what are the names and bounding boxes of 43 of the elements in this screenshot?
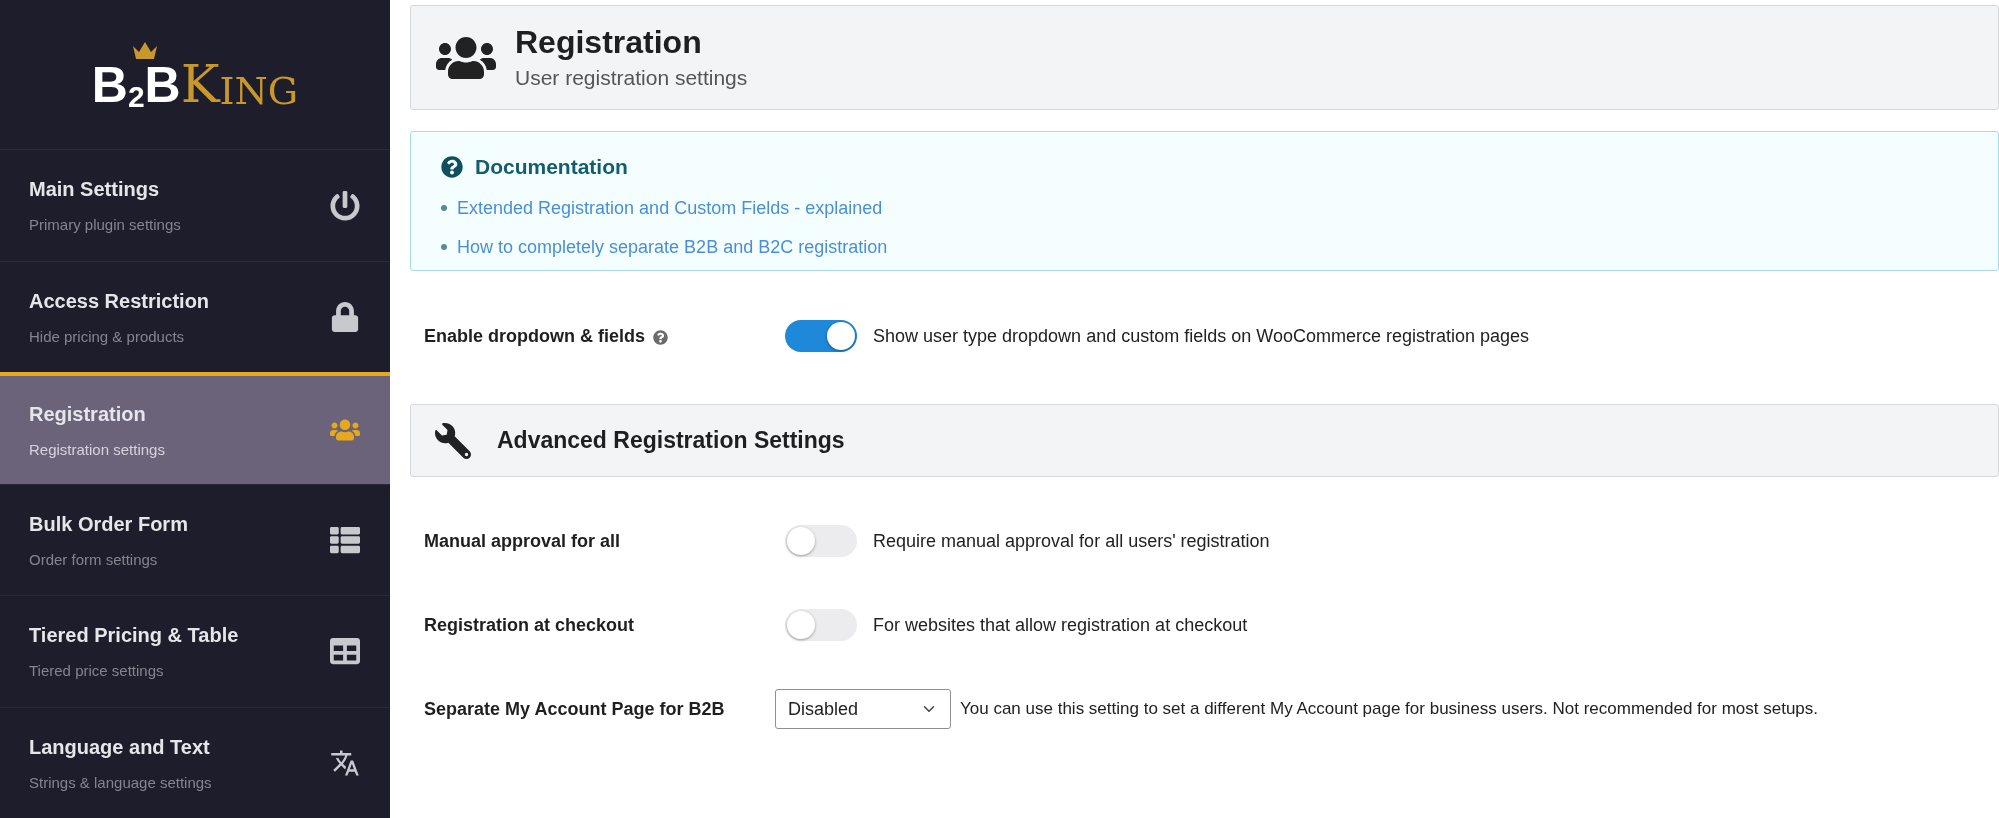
sidebar-item[interactable]: Language and Text Strings & language settings <box>0 706 390 818</box>
wrench-icon <box>435 422 471 459</box>
setting-description: Show user type dropdown and custom fields on WooCommerce registration pages <box>873 324 1529 348</box>
setting-label: Separate My Account Page for B2B <box>424 697 725 721</box>
sidebar-item[interactable]: Tiered Pricing & Table Tiered price settings <box>0 595 390 707</box>
list-icon <box>330 524 360 555</box>
help-icon <box>441 155 463 178</box>
section-title: Advanced Registration Settings <box>497 426 845 456</box>
sidebar-item[interactable]: Main Settings Primary plugin settings <box>0 149 390 261</box>
sidebar-item-title: Registration <box>29 401 147 427</box>
page-subtitle: User registration settings <box>515 64 748 91</box>
setting-label: Enable dropdown & fields <box>424 324 645 348</box>
help-icon <box>653 330 668 345</box>
sidebar-item-subtitle: Registration settings <box>29 439 165 460</box>
bullet-icon <box>441 205 447 211</box>
sidebar-item-subtitle: Tiered price settings <box>29 661 165 682</box>
setting-label: Manual approval for all <box>424 529 621 553</box>
lock-icon <box>330 302 360 332</box>
sidebar-item[interactable]: Registration Registration settings <box>0 372 390 484</box>
sidebar-item-title: Access Restriction <box>29 288 210 314</box>
sidebar-item-title: Main Settings <box>29 177 160 203</box>
toggle-switch[interactable] <box>785 525 857 557</box>
toggle-switch[interactable] <box>785 320 857 352</box>
logo: B2BKING <box>91 57 299 110</box>
sidebar-item-title: Bulk Order Form <box>29 511 188 537</box>
sidebar-item-title: Language and Text <box>29 734 211 760</box>
sidebar-item-subtitle: Order form settings <box>29 549 159 570</box>
table-icon <box>330 636 360 667</box>
sidebar-item-subtitle: Strings & language settings <box>29 772 212 793</box>
documentation-title: Documentation <box>475 154 628 180</box>
power-icon <box>330 190 360 221</box>
sidebar-item-subtitle: Hide pricing & products <box>29 326 186 347</box>
sidebar-item-title: Tiered Pricing & Table <box>29 623 239 649</box>
dropdown-select[interactable]: Disabled <box>775 689 951 729</box>
setting-description: For websites that allow registration at checkout <box>873 613 1248 637</box>
setting-label: Registration at checkout <box>424 613 635 637</box>
bullet-icon <box>441 244 447 250</box>
sidebar-item-subtitle: Primary plugin settings <box>29 215 181 236</box>
setting-description: You can use this setting to set a different My Account page for business users. Not recommended for most setups. <box>960 698 1819 721</box>
page-title: Registration <box>515 22 703 62</box>
toggle-switch[interactable] <box>785 609 857 641</box>
sidebar-item[interactable]: Bulk Order Form Order form settings <box>0 483 390 596</box>
setting-description: Require manual approval for all users' registration <box>873 529 1270 553</box>
